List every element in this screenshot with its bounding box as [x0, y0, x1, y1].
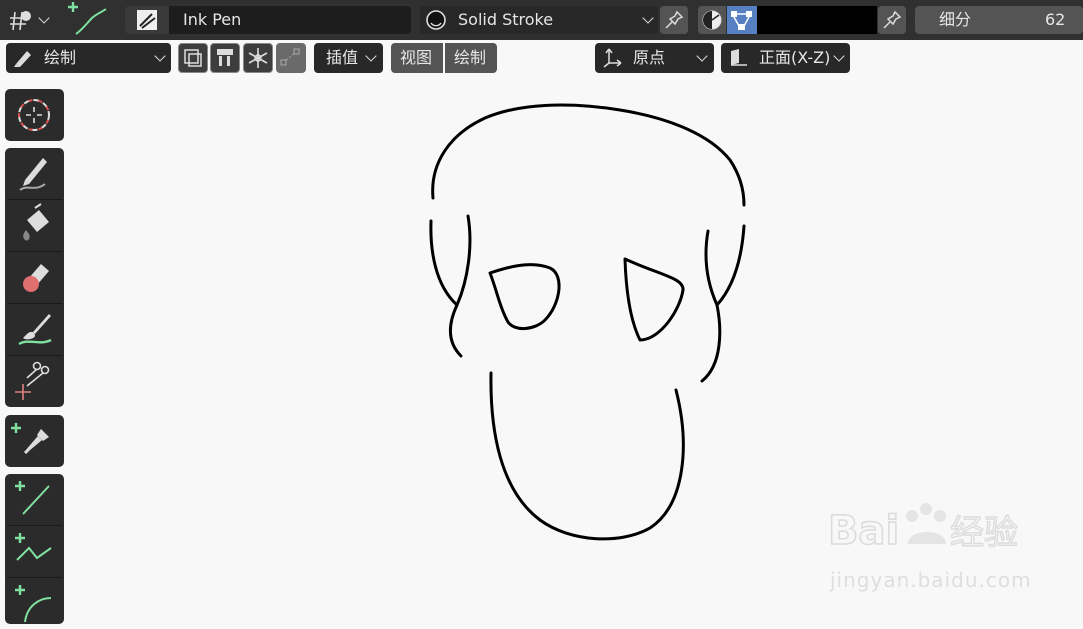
- stroke-left-cheek: [429, 219, 463, 358]
- stroke-left-eye: [488, 263, 561, 330]
- svg-text:Bai: Bai: [828, 508, 899, 552]
- watermark-logo: Bai 经验: [828, 503, 1019, 552]
- stroke-right-cheek: [700, 224, 746, 383]
- svg-text:经验: 经验: [950, 513, 1018, 552]
- stroke-right-eye: [623, 257, 685, 342]
- stroke-jaw: [489, 371, 685, 541]
- watermark-url: jingyan.baidu.com: [830, 568, 1032, 592]
- stroke-left-inner: [455, 214, 472, 307]
- watermark: Bai 经验 jingyan.baidu.com: [828, 500, 1048, 600]
- stroke-right-inner: [704, 229, 719, 307]
- stroke-head-top: [431, 103, 746, 207]
